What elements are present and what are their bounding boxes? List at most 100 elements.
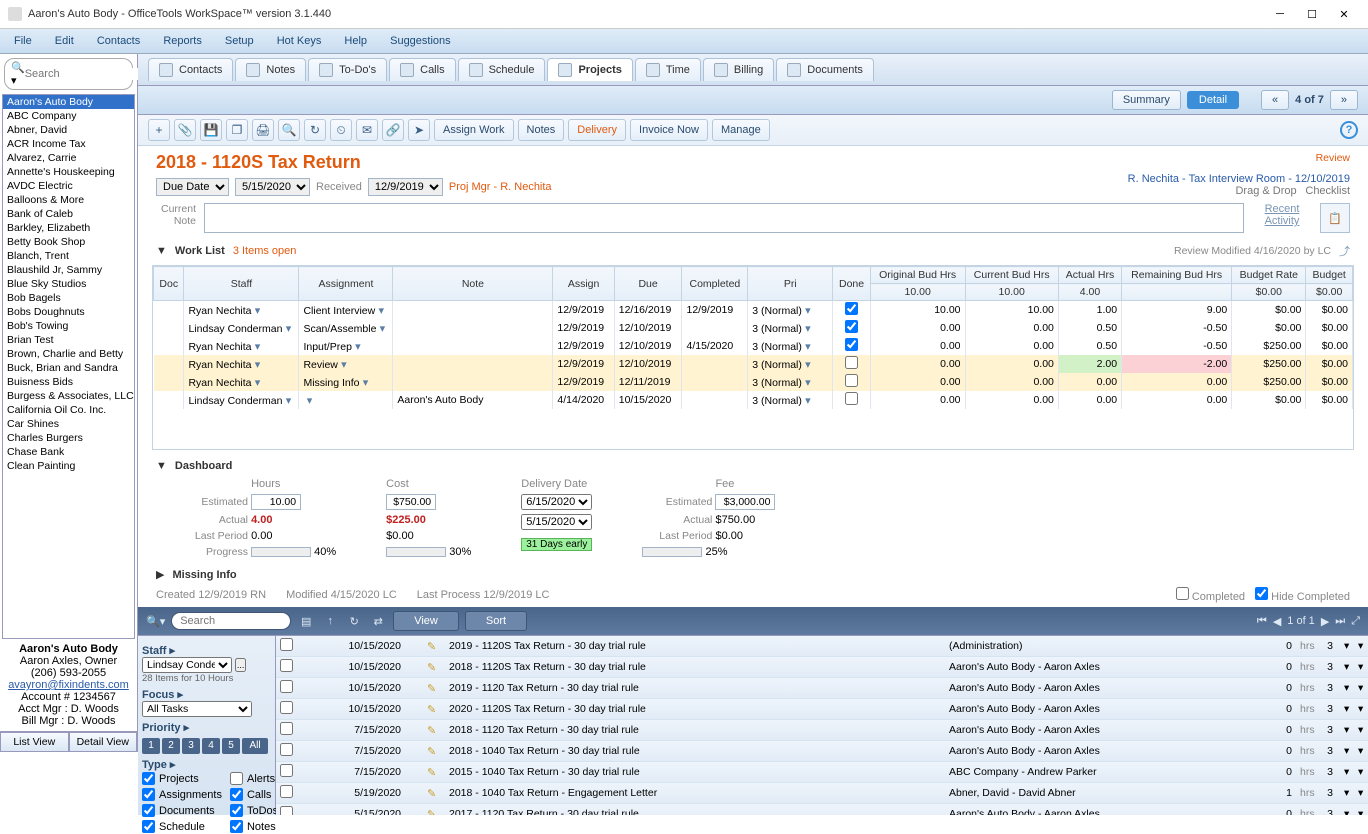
pri-3[interactable]: 3 (182, 738, 200, 754)
menu-suggestions[interactable]: Suggestions (380, 32, 461, 50)
delivery-button[interactable]: Delivery (568, 119, 626, 141)
worklist-row[interactable]: Ryan Nechita▾Input/Prep▾12/9/201912/10/2… (154, 337, 1353, 355)
task-checkbox[interactable] (280, 680, 293, 693)
delivery-date-2[interactable]: 5/15/2020 (521, 514, 592, 530)
client-item[interactable]: ACR Income Tax (3, 137, 134, 151)
tab-contacts[interactable]: Contacts (148, 58, 233, 81)
col-rem[interactable]: Remaining Bud Hrs (1122, 267, 1232, 284)
summary-button[interactable]: Summary (1112, 90, 1181, 110)
print-icon[interactable]: 🖨 (252, 119, 274, 141)
pri-all[interactable]: All (242, 738, 268, 754)
detail-button[interactable]: Detail (1187, 91, 1239, 109)
col-act[interactable]: Actual Hrs (1058, 267, 1121, 284)
client-item[interactable]: Aaron's Auto Body (3, 95, 134, 109)
search-tool-icon[interactable]: 🔍 (278, 119, 300, 141)
tab-notes[interactable]: Notes (235, 58, 306, 81)
tab-documents[interactable]: Documents (776, 58, 874, 81)
task-row[interactable]: 10/15/2020✎2018 - 1120S Tax Return - 30 … (276, 657, 1368, 678)
client-item[interactable]: Charles Burgers (3, 431, 134, 445)
chk-notes[interactable] (230, 820, 243, 833)
staff-select[interactable]: Lindsay Conderman (142, 657, 232, 673)
client-item[interactable]: Blanch, Trent (3, 249, 134, 263)
task-checkbox[interactable] (280, 659, 293, 672)
tab-time[interactable]: Time (635, 58, 701, 81)
notes-button[interactable]: Notes (518, 119, 565, 141)
task-search[interactable] (171, 612, 291, 630)
menu-contacts[interactable]: Contacts (87, 32, 150, 50)
task-row[interactable]: 10/15/2020✎2019 - 1120S Tax Return - 30 … (276, 636, 1368, 657)
task-new-icon[interactable]: ▤ (297, 612, 315, 630)
task-refresh-icon[interactable]: ↻ (345, 612, 363, 630)
client-item[interactable]: Annette's Houskeeping (3, 165, 134, 179)
help-icon[interactable]: ? (1340, 121, 1358, 139)
worklist-row[interactable]: Ryan Nechita▾Review▾12/9/201912/10/20193… (154, 355, 1353, 373)
client-item[interactable]: Buck, Brian and Sandra (3, 361, 134, 375)
clock-icon[interactable]: ⏲ (330, 119, 352, 141)
send-icon[interactable]: ➤ (408, 119, 430, 141)
sort-button[interactable]: Sort (465, 611, 527, 631)
invoice-button[interactable]: Invoice Now (630, 119, 708, 141)
task-row[interactable]: 10/15/2020✎2019 - 1120 Tax Return - 30 d… (276, 678, 1368, 699)
col-due[interactable]: Due (614, 267, 682, 301)
client-item[interactable]: Bank of Caleb (3, 207, 134, 221)
task-checkbox[interactable] (280, 722, 293, 735)
task-list[interactable]: 10/15/2020✎2019 - 1120S Tax Return - 30 … (276, 636, 1368, 815)
add-icon[interactable]: + (148, 119, 170, 141)
client-item[interactable]: Brian Test (3, 333, 134, 347)
done-checkbox[interactable] (845, 356, 858, 369)
menu-hotkeys[interactable]: Hot Keys (267, 32, 332, 50)
tab-billing[interactable]: Billing (703, 58, 774, 81)
done-checkbox[interactable] (845, 392, 858, 405)
fee-est[interactable]: $3,000.00 (715, 494, 775, 510)
dashboard-toggle[interactable]: ▼ (156, 460, 167, 472)
task-first-icon[interactable]: ⏮ (1257, 615, 1267, 628)
hours-est[interactable]: 10.00 (251, 494, 301, 510)
manage-button[interactable]: Manage (712, 119, 770, 141)
recent-activity-link[interactable]: Recent Activity (1265, 203, 1300, 227)
client-item[interactable]: Betty Book Shop (3, 235, 134, 249)
pri-2[interactable]: 2 (162, 738, 180, 754)
client-item[interactable]: Blue Sky Studios (3, 277, 134, 291)
tab-schedule[interactable]: Schedule (458, 58, 546, 81)
chk-schedule[interactable] (142, 820, 155, 833)
task-row[interactable]: 7/15/2020✎2018 - 1120 Tax Return - 30 da… (276, 720, 1368, 741)
client-item[interactable]: Abner, David (3, 123, 134, 137)
col-rate[interactable]: Budget Rate (1232, 267, 1306, 284)
chk-todos[interactable] (230, 804, 243, 817)
current-note-input[interactable] (204, 203, 1244, 233)
task-checkbox[interactable] (280, 701, 293, 714)
cost-est[interactable]: $750.00 (386, 494, 436, 510)
task-row[interactable]: 5/15/2020✎2017 - 1120 Tax Return - 30 da… (276, 804, 1368, 816)
col-orig[interactable]: Original Bud Hrs (870, 267, 965, 284)
col-done[interactable]: Done (833, 267, 871, 301)
client-list[interactable]: Aaron's Auto BodyABC CompanyAbner, David… (2, 94, 135, 639)
menu-file[interactable]: File (4, 32, 42, 50)
maximize-button[interactable]: ☐ (1296, 4, 1328, 24)
client-item[interactable]: ABC Company (3, 109, 134, 123)
client-item[interactable]: Bob Bagels (3, 291, 134, 305)
task-checkbox[interactable] (280, 764, 293, 777)
chk-calls[interactable] (230, 788, 243, 801)
save-icon[interactable]: 💾 (200, 119, 222, 141)
client-item[interactable]: Brown, Charlie and Betty (3, 347, 134, 361)
tab-list-view[interactable]: List View (0, 732, 69, 752)
copy-icon[interactable]: ❐ (226, 119, 248, 141)
task-row[interactable]: 7/15/2020✎2015 - 1040 Tax Return - 30 da… (276, 762, 1368, 783)
link-icon[interactable]: 🔗 (382, 119, 404, 141)
done-checkbox[interactable] (845, 338, 858, 351)
col-bud[interactable]: Budget (1306, 267, 1353, 284)
chk-projects[interactable] (142, 772, 155, 785)
task-row[interactable]: 10/15/2020✎2020 - 1120S Tax Return - 30 … (276, 699, 1368, 720)
client-item[interactable]: AVDC Electric (3, 179, 134, 193)
tab-calls[interactable]: Calls (389, 58, 455, 81)
pri-1[interactable]: 1 (142, 738, 160, 754)
refresh-icon[interactable]: ↻ (304, 119, 326, 141)
assign-work-button[interactable]: Assign Work (434, 119, 514, 141)
client-item[interactable]: Burgess & Associates, LLC (3, 389, 134, 403)
chk-documents[interactable] (142, 804, 155, 817)
tab-detail-view[interactable]: Detail View (69, 732, 138, 752)
task-checkbox[interactable] (280, 638, 293, 651)
close-button[interactable]: ✕ (1328, 4, 1360, 24)
tab-projects[interactable]: Projects (547, 58, 632, 81)
staff-browse[interactable]: ... (235, 658, 247, 672)
